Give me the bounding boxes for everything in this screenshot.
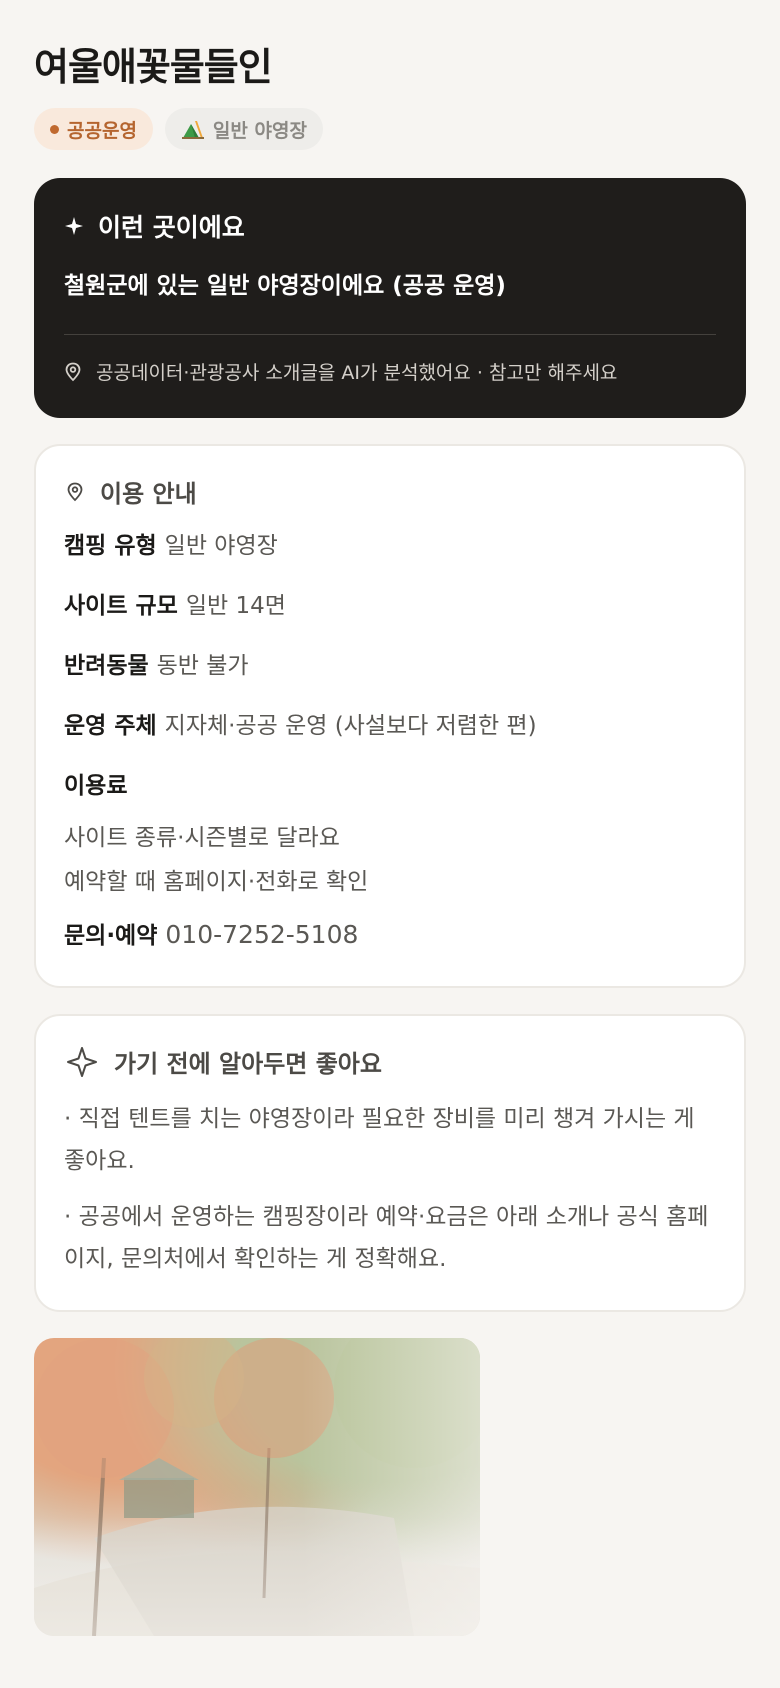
public-operation-badge: 공공운영 [34, 108, 153, 150]
camping-type-label: 일반 야영장 [212, 119, 307, 142]
public-operation-label: 공공운영 [67, 119, 137, 142]
fee-label: 이용료 [64, 773, 128, 799]
tent-icon [181, 121, 204, 139]
contact-phone[interactable]: 010-7252-5108 [165, 920, 358, 949]
dot-icon [50, 124, 59, 134]
tip-item: · 직접 텐트를 치는 야영장이라 필요한 장비를 미리 챙겨 가시는 게 좋아… [64, 1106, 695, 1174]
info-row-camping-type: 캠핑 유형 일반 야영장 [64, 526, 278, 560]
ai-card-heading: 이런 곳이에요 [98, 213, 245, 242]
info-value: 지자체·공공 운영 (사설보다 저렴한 편) [164, 713, 537, 739]
location-pin-icon [67, 482, 83, 501]
contact-label: 문의·예약 [64, 923, 158, 949]
usage-info-card: 이용 안내 캠핑 유형 일반 야영장 사이트 규모 일반 14면 반려동물 동반 불가… [34, 444, 746, 988]
ai-disclaimer-text: 공공데이터·관광공사 소개글을 AI가 분석했어요 · 참고만 해주세요 [96, 362, 618, 384]
info-label: 반려동물 [64, 653, 149, 679]
info-row-site-size: 사이트 규모 일반 14면 [64, 586, 286, 620]
info-label: 운영 주체 [64, 713, 157, 739]
tips-heading: 가기 전에 알아두면 좋아요 [114, 1050, 382, 1078]
sparkle-icon [65, 217, 83, 235]
photo-fade-overlay [34, 1338, 480, 1636]
page-title: 여울애꽃물들인 [34, 45, 273, 89]
campsite-photo[interactable] [34, 1338, 480, 1636]
ai-disclaimer: 공공데이터·관광공사 소개글을 AI가 분석했어요 · 참고만 해주세요 [64, 358, 617, 385]
info-row-fee: 이용료 [64, 766, 135, 800]
usage-info-heading: 이용 안내 [100, 480, 197, 508]
divider [64, 334, 716, 335]
tips-card: 가기 전에 알아두면 좋아요 · 직접 텐트를 치는 야영장이라 필요한 장비를… [34, 1014, 746, 1312]
info-row-pets: 반려동물 동반 불가 [64, 646, 249, 680]
info-value: 동반 불가 [156, 653, 249, 679]
info-row-operator: 운영 주체 지자체·공공 운영 (사설보다 저렴한 편) [64, 706, 537, 740]
info-value: 일반 14면 [185, 593, 286, 619]
camping-type-badge: 일반 야영장 [164, 108, 323, 150]
tips-header: 가기 전에 알아두면 좋아요 [66, 1044, 382, 1079]
fee-line: 사이트 종류·시즌별로 달라요 [64, 825, 340, 851]
ai-summary-text: 철원군에 있는 일반 야영장이에요 (공공 운영) [64, 273, 506, 299]
info-value: 일반 야영장 [164, 533, 278, 559]
tag-list: 공공운영 일반 야영장 [34, 108, 323, 150]
usage-info-header: 이용 안내 [66, 474, 197, 509]
location-pin-icon [65, 362, 81, 381]
ai-card-header: 이런 곳이에요 [64, 208, 245, 244]
info-row-contact: 문의·예약 010-7252-5108 [64, 916, 358, 950]
info-label: 캠핑 유형 [64, 533, 157, 559]
ai-summary-card: 이런 곳이에요 철원군에 있는 일반 야영장이에요 (공공 운영) 공공데이터·… [34, 178, 746, 418]
info-label: 사이트 규모 [64, 593, 178, 619]
sparkle-icon [67, 1046, 97, 1077]
tip-item: · 공공에서 운영하는 캠핑장이라 예약·요금은 아래 소개나 공식 홈페이지,… [64, 1204, 709, 1272]
fee-line: 예약할 때 홈페이지·전화로 확인 [64, 869, 369, 895]
